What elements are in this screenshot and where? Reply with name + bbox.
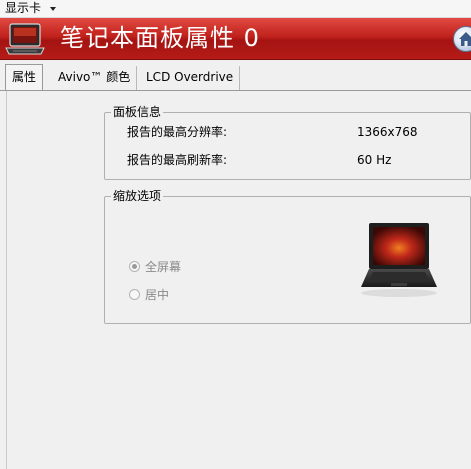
page-title: 笔记本面板属性 0 [60, 24, 260, 52]
max-resolution-label: 报告的最高分辨率: [127, 125, 228, 139]
max-resolution-value: 1366x768 [357, 125, 418, 139]
display-card-menu[interactable]: 显示卡 [5, 1, 41, 16]
laptop-preview-image [361, 223, 437, 297]
home-icon[interactable] [453, 26, 471, 52]
scaling-options-group: 缩放选项 全屏幕 居中 [104, 189, 471, 324]
tab-lcd-overdrive[interactable]: LCD Overdrive [140, 66, 241, 90]
title-banner: 笔记本面板属性 0 [0, 18, 471, 60]
left-divider [6, 91, 7, 469]
menu-bar: 显示卡 [0, 0, 471, 18]
fullscreen-label: 全屏幕 [145, 260, 182, 274]
fullscreen-radio[interactable] [129, 261, 140, 272]
laptop-icon [5, 23, 45, 55]
tab-bar: 属性 Avivo™ 颜色 LCD Overdrive [0, 61, 471, 91]
center-label: 居中 [145, 288, 170, 302]
properties-panel: 面板信息 报告的最高分辨率: 1366x768 报告的最高刷新率: 60 Hz … [0, 91, 471, 469]
tab-properties[interactable]: 属性 [5, 64, 44, 91]
panel-info-legend: 面板信息 [111, 105, 164, 119]
chevron-down-icon[interactable] [50, 7, 56, 11]
max-refresh-label: 报告的最高刷新率: [127, 153, 228, 167]
scaling-options-legend: 缩放选项 [111, 189, 164, 203]
panel-info-group: 面板信息 报告的最高分辨率: 1366x768 报告的最高刷新率: 60 Hz [104, 105, 471, 180]
center-radio[interactable] [129, 289, 140, 300]
tab-avivo-color[interactable]: Avivo™ 颜色 [52, 66, 138, 90]
max-refresh-value: 60 Hz [357, 153, 392, 167]
